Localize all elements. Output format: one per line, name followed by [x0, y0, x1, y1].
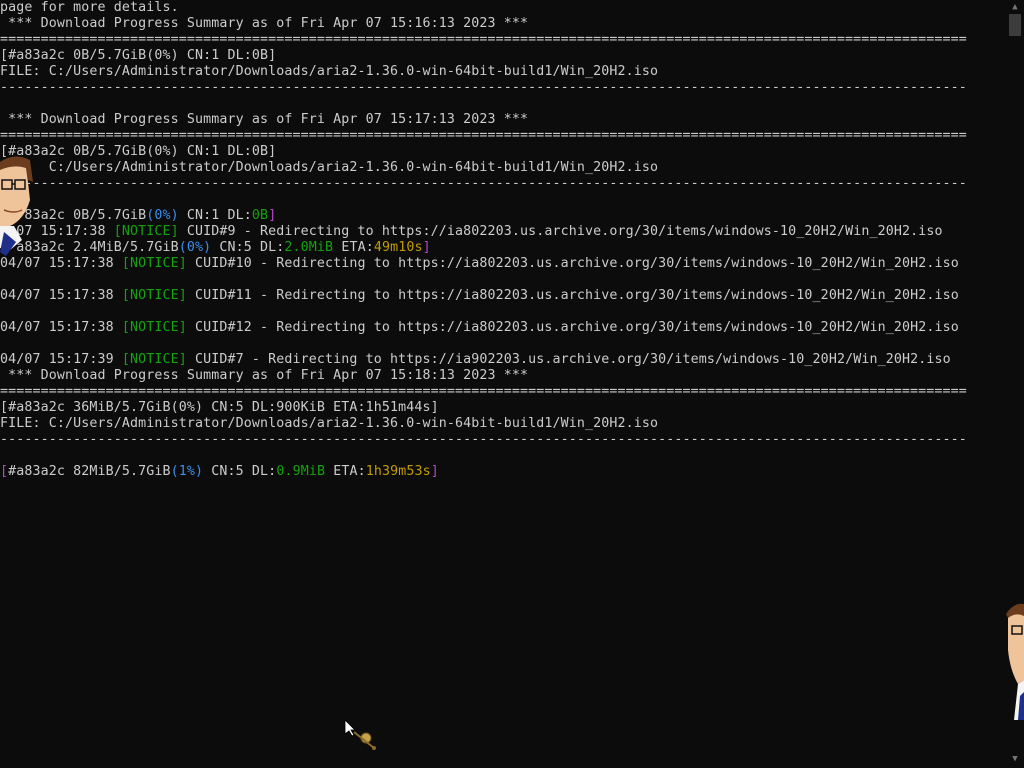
terminal-text: [#a83a2c 36MiB/5.7GiB(0%) CN:5 DL:900KiB…	[0, 400, 439, 415]
terminal-line: C:/Users/Administrator/Downloads/aria2-1…	[0, 160, 658, 176]
terminal-text: ========================================…	[0, 384, 967, 399]
terminal-text: ========================================…	[0, 32, 967, 47]
scroll-thumb[interactable]	[1009, 14, 1021, 36]
terminal-text: CUID#10 - Redirecting to https://ia80220…	[186, 256, 959, 271]
scroll-up-arrow-icon[interactable]: ▲	[1010, 2, 1020, 12]
terminal-line: [#a83a2c 36MiB/5.7GiB(0%) CN:5 DL:900KiB…	[0, 400, 439, 416]
terminal-line: 04/07 15:17:38 [NOTICE] CUID#12 - Redire…	[0, 320, 959, 336]
terminal-text: [NOTICE]	[121, 352, 187, 367]
terminal-line: FILE: C:/Users/Administrator/Downloads/a…	[0, 416, 658, 432]
terminal-text: CUID#11 - Redirecting to https://ia80220…	[186, 288, 959, 303]
terminal-line: [#a83a2c 0B/5.7GiB(0%) CN:1 DL:0B]	[0, 48, 276, 64]
terminal-text: 2.0MiB	[284, 240, 334, 255]
terminal-text: 04/07 15:17:38	[0, 320, 122, 335]
terminal-line: [#a83a2c 0B/5.7GiB(0%) CN:1 DL:0B]	[0, 144, 276, 160]
terminal-text: CN:5 DL:	[203, 464, 277, 479]
terminal-line: ========================================…	[0, 32, 967, 48]
terminal-text: CN:1 DL:	[178, 208, 252, 223]
pointer-cursor-icon	[344, 719, 376, 750]
terminal-output[interactable]: page for more details. *** Download Prog…	[0, 0, 1006, 768]
terminal-text: [NOTICE]	[113, 224, 179, 239]
terminal-text: 0.9MiB	[276, 464, 326, 479]
terminal-text: ]	[268, 208, 277, 223]
terminal-text: [NOTICE]	[121, 320, 187, 335]
cartoon-man-icon	[1006, 603, 1024, 720]
terminal-text: 04/07 15:17:39	[0, 352, 122, 367]
terminal-line: 04/07 15:17:39 [NOTICE] CUID#7 - Redirec…	[0, 352, 951, 368]
terminal-text: FILE: C:/Users/Administrator/Downloads/a…	[0, 416, 659, 431]
terminal-text: [NOTICE]	[121, 288, 187, 303]
terminal-line: a83a2c 2.4MiB/5.7GiB(0%) CN:5 DL:2.0MiB …	[0, 240, 431, 256]
cartoon-man-icon	[0, 156, 33, 256]
terminal-text: ----------------------------------------…	[0, 80, 967, 95]
terminal-text: 1h39m53s	[365, 464, 431, 479]
terminal-text: *** Download Progress Summary as of Fri …	[0, 368, 529, 383]
terminal-line: *** Download Progress Summary as of Fri …	[0, 368, 528, 384]
terminal-line: page for more details.	[0, 0, 179, 16]
terminal-line: 04/07 15:17:38 [NOTICE] CUID#11 - Redire…	[0, 288, 959, 304]
terminal-text: ]	[430, 464, 439, 479]
terminal-line: ----------------------------------------…	[0, 80, 967, 96]
terminal-text: #a83a2c 82MiB/5.7GiB	[8, 464, 171, 479]
terminal-line: ----------------------------------------…	[0, 432, 967, 448]
terminal-text: *** Download Progress Summary as of Fri …	[0, 16, 529, 31]
terminal-text: ----------------------------------------…	[0, 176, 967, 191]
terminal-text: ========================================…	[0, 128, 967, 143]
terminal-text: ----------------------------------------…	[0, 432, 967, 447]
terminal-text: FILE: C:/Users/Administrator/Downloads/a…	[0, 64, 659, 79]
terminal-text: ETA:	[333, 240, 374, 255]
terminal-line: *** Download Progress Summary as of Fri …	[0, 16, 528, 32]
terminal-text: *** Download Progress Summary as of Fri …	[0, 112, 529, 127]
terminal-text: [NOTICE]	[121, 256, 187, 271]
terminal-line: FILE: C:/Users/Administrator/Downloads/a…	[0, 64, 658, 80]
terminal-text: ETA:	[325, 464, 366, 479]
terminal-text: ]	[422, 240, 431, 255]
terminal-text: CUID#9 - Redirecting to https://ia802203…	[178, 224, 943, 239]
terminal-line: 07 15:17:38 [NOTICE] CUID#9 - Redirectin…	[0, 224, 943, 240]
terminal-text: 49m10s	[373, 240, 423, 255]
terminal-line: 04/07 15:17:38 [NOTICE] CUID#10 - Redire…	[0, 256, 959, 272]
terminal-text: (0%)	[146, 208, 179, 223]
terminal-text: [	[0, 464, 9, 479]
terminal-line: *** Download Progress Summary as of Fri …	[0, 112, 528, 128]
terminal-text: (1%)	[170, 464, 204, 479]
terminal-line: ========================================…	[0, 384, 967, 400]
terminal-line: 83a2c 0B/5.7GiB(0%) CN:1 DL:0B]	[0, 208, 276, 224]
terminal-text: C:/Users/Administrator/Downloads/aria2-1…	[0, 160, 659, 175]
terminal-text: CN:5 DL:	[211, 240, 285, 255]
scroll-down-arrow-icon[interactable]: ▼	[1010, 754, 1020, 764]
terminal-line: ----------------------------------------…	[0, 176, 967, 192]
terminal-text: page for more details.	[0, 0, 179, 15]
terminal-line: [#a83a2c 82MiB/5.7GiB(1%) CN:5 DL:0.9MiB…	[0, 464, 439, 480]
terminal-text: (0%)	[178, 240, 212, 255]
terminal-text: CUID#7 - Redirecting to https://ia902203…	[186, 352, 951, 367]
terminal-text: [#a83a2c 0B/5.7GiB(0%) CN:1 DL:0B]	[0, 48, 277, 63]
terminal-text: [#a83a2c 0B/5.7GiB(0%) CN:1 DL:0B]	[0, 144, 277, 159]
terminal-line: ========================================…	[0, 128, 967, 144]
terminal-text: 04/07 15:17:38	[0, 288, 122, 303]
terminal-text: 0B	[251, 208, 269, 223]
terminal-text: CUID#12 - Redirecting to https://ia80220…	[186, 320, 959, 335]
